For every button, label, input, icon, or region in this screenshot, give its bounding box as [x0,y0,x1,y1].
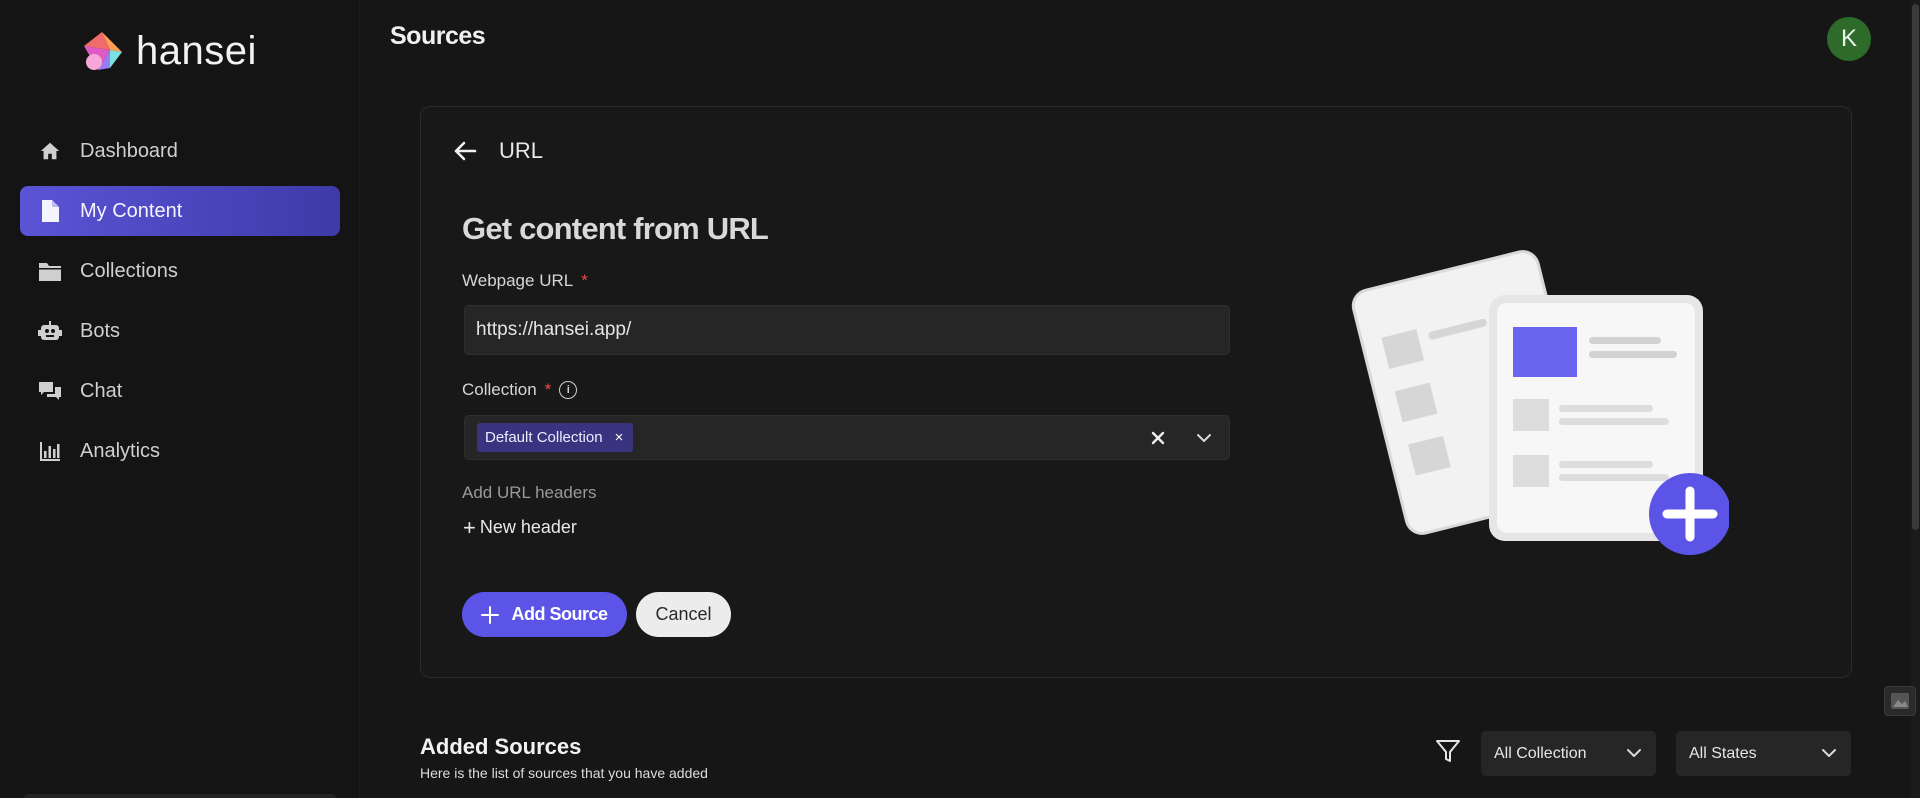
add-source-label: Add Source [511,604,608,624]
folder-icon [38,259,62,283]
add-url-source-card: URL Get content from URL Webpage URL * C… [420,106,1852,678]
collection-label: Collection * i [462,380,578,400]
required-mark: * [581,271,588,290]
sidebar-item-label: Bots [80,319,121,342]
sidebar-item-analytics[interactable]: Analytics [20,426,340,476]
required-mark: * [544,380,552,399]
documents-illustration [1351,250,1729,555]
sidebar-item-dashboard[interactable]: Dashboard [20,126,340,176]
collection-chip-label: Default Collection [485,429,603,446]
hansei-logo-icon [84,32,122,70]
url-headers-label: Add URL headers [462,483,597,502]
chevron-down-icon [1821,745,1837,763]
collection-filter-value: All Collection [1494,744,1587,762]
plus-icon [481,605,500,624]
chevron-down-icon [1626,745,1642,763]
page-title: Sources [390,22,486,50]
chip-remove-icon[interactable]: × [615,429,624,446]
collection-filter-dropdown[interactable]: All Collection [1481,731,1656,776]
clear-icon[interactable] [1147,427,1169,449]
webpage-url-input[interactable] [464,305,1230,355]
added-sources-title: Added Sources [420,734,582,759]
source-type-label: URL [499,138,544,163]
webpage-url-label: Webpage URL * [462,271,588,290]
hansei-logo-text: hansei [136,29,257,73]
sidebar-footer [24,794,336,798]
sidebar-item-label: Chat [80,379,123,402]
back-row: URL [451,137,543,165]
collection-chip: Default Collection × [477,423,634,452]
sidebar-item-chat[interactable]: Chat [20,366,340,416]
scrollbar-thumb[interactable] [1912,4,1919,530]
info-icon[interactable]: i [559,381,578,399]
sidebar-item-label: Collections [80,259,178,282]
new-header-button[interactable]: + New header [463,514,577,540]
sidebar-item-label: Analytics [80,439,161,462]
state-filter-dropdown[interactable]: All States [1676,731,1851,776]
new-header-label: New header [479,517,577,537]
added-sources-subtitle: Here is the list of sources that you hav… [420,765,708,781]
file-icon [38,199,62,223]
robot-icon [38,319,62,343]
cancel-button[interactable]: Cancel [636,592,731,637]
page-scrollbar[interactable] [1911,0,1920,798]
screenshot-widget-icon[interactable] [1884,686,1916,716]
sidebar-nav: Dashboard My Content Collections Bots Ch… [20,126,340,486]
home-icon [38,139,62,163]
sidebar-item-my-content[interactable]: My Content [20,186,340,236]
back-arrow-icon[interactable] [451,137,479,165]
sidebar-item-label: Dashboard [80,139,178,162]
collection-select[interactable]: Default Collection × [464,415,1230,460]
filter-icon[interactable] [1433,736,1463,766]
state-filter-value: All States [1689,744,1757,762]
plus-icon: + [463,514,476,540]
chevron-down-icon[interactable] [1193,427,1215,449]
hansei-logo[interactable]: hansei [80,28,257,74]
chat-icon [38,379,62,403]
form-title: Get content from URL [462,211,769,246]
sidebar: hansei Dashboard My Content Collections … [0,0,360,798]
avatar[interactable]: K [1827,17,1871,61]
sidebar-item-collections[interactable]: Collections [20,246,340,296]
add-source-button[interactable]: Add Source [462,592,627,637]
sidebar-item-bots[interactable]: Bots [20,306,340,356]
sidebar-item-label: My Content [80,199,183,222]
bar-chart-icon [38,439,62,463]
